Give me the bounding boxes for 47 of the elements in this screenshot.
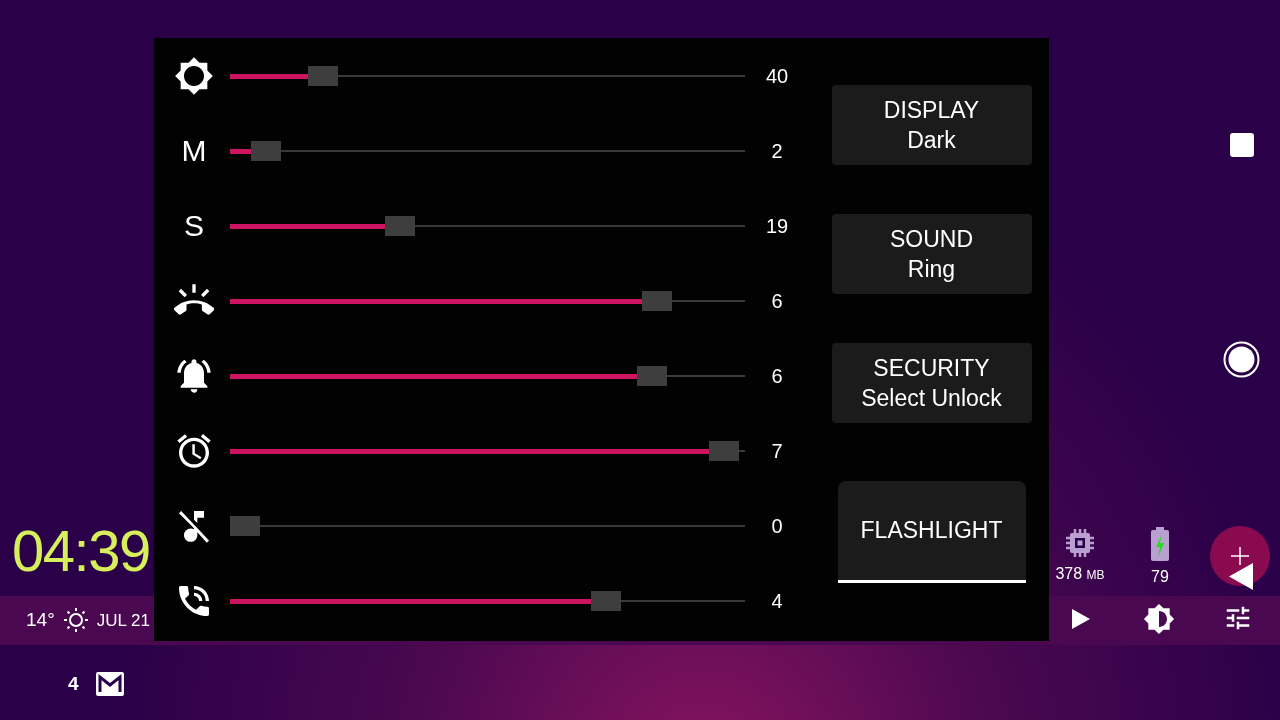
slider-value: 2 (770, 138, 784, 164)
battery-icon (1151, 527, 1169, 561)
slider-thumb[interactable] (307, 65, 338, 86)
mail-count: 4 (68, 672, 79, 696)
slider-value: 40 (764, 63, 790, 89)
mode-button[interactable]: SOUND Ring (831, 214, 1032, 294)
slider-track[interactable] (230, 140, 745, 161)
add-button[interactable] (1210, 526, 1270, 586)
slider-label: M (181, 133, 207, 169)
date: JUL 21 (96, 609, 150, 632)
slider-thumb[interactable] (251, 140, 282, 161)
slider-track[interactable] (230, 65, 745, 86)
slider-value: 6 (770, 288, 784, 314)
slider-thumb[interactable] (709, 440, 740, 461)
clock-time: 04:39 (12, 522, 150, 580)
flashlight-button[interactable]: FLASHLIGHT (837, 481, 1026, 583)
mode-button[interactable]: DISPLAY Dark (831, 85, 1032, 165)
slider-track[interactable] (230, 590, 745, 611)
slider-value: 7 (770, 438, 784, 464)
slider-value: 4 (770, 588, 784, 614)
mode-button[interactable]: SECURITY Select Unlock (831, 343, 1032, 423)
slider-thumb[interactable] (637, 365, 668, 386)
slider-track[interactable] (230, 365, 745, 386)
temperature: 14° (26, 608, 55, 632)
chip-icon (1065, 528, 1095, 558)
brightness-icon[interactable] (1143, 603, 1175, 635)
slider-label: S (184, 208, 204, 244)
slider-value: 19 (764, 213, 790, 239)
memory-usage: 378 MB (1055, 564, 1105, 584)
plus-icon (1231, 547, 1249, 565)
mail-icon[interactable] (94, 671, 125, 698)
slider-track[interactable] (230, 515, 745, 536)
slider-track[interactable] (230, 215, 745, 236)
slider-thumb[interactable] (384, 215, 415, 236)
slider-thumb[interactable] (590, 590, 621, 611)
slider-thumb[interactable] (642, 290, 673, 311)
battery-level: 79 (1151, 567, 1169, 587)
slider-track[interactable] (230, 290, 745, 311)
sun-icon (62, 607, 89, 634)
slider-value: 6 (770, 363, 784, 389)
back-icon[interactable] (1229, 563, 1253, 590)
record-icon[interactable] (1223, 341, 1260, 378)
play-icon[interactable] (1072, 609, 1090, 629)
slider-track[interactable] (230, 440, 745, 461)
slider-value: 0 (770, 513, 784, 539)
slider-thumb[interactable] (230, 515, 260, 536)
brightness-icon (174, 55, 214, 96)
